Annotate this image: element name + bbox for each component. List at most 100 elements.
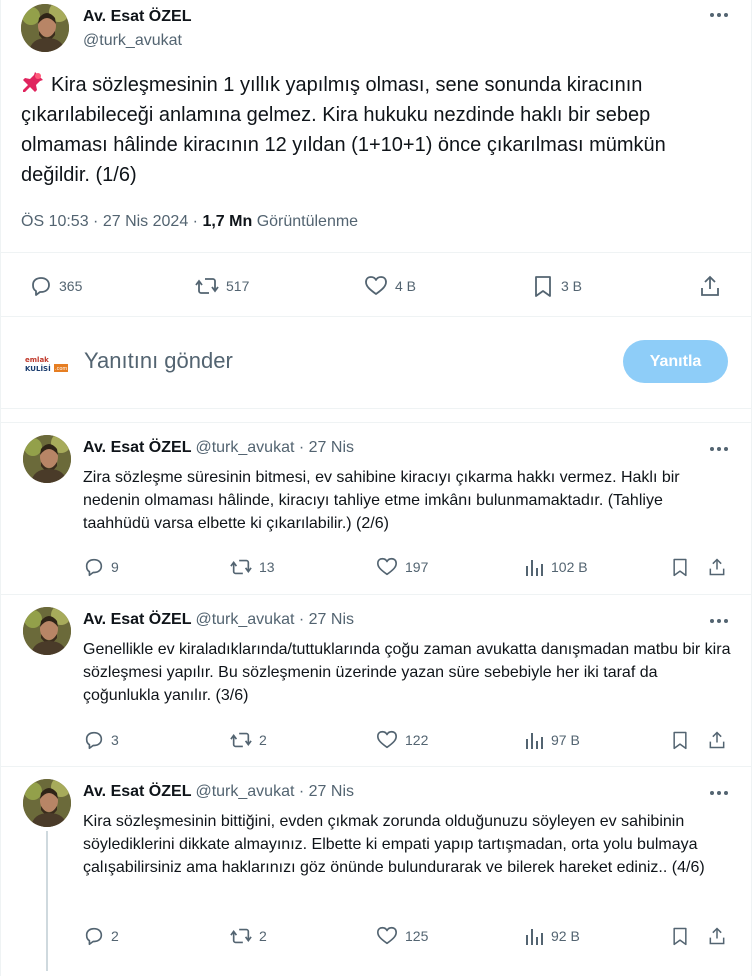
repost-icon: [229, 925, 253, 947]
reply-action[interactable]: 2: [83, 925, 119, 947]
views-action[interactable]: 102 B: [523, 556, 588, 578]
like-action[interactable]: 125: [375, 925, 428, 947]
tweet-text: Kira sözleşmesinin 1 yıllık yapılmış olm…: [21, 70, 733, 190]
repost-action[interactable]: 2: [229, 729, 267, 751]
share-icon: [707, 925, 727, 947]
reply-action[interactable]: 3: [83, 729, 119, 751]
author-avatar[interactable]: [21, 4, 69, 52]
bookmark-action[interactable]: [670, 729, 696, 751]
reply-author-handle[interactable]: @turk_avukat · 27 Nis: [195, 439, 354, 456]
reply-author-handle[interactable]: @turk_avukat · 27 Nis: [195, 611, 354, 628]
reply-icon: [29, 274, 53, 298]
views-bar-icon: [523, 556, 545, 578]
reply-icon: [83, 729, 105, 751]
logo-word-emlak: emlak: [25, 356, 49, 364]
divider: [1, 408, 751, 409]
bookmark-action[interactable]: 3 B: [531, 274, 582, 298]
author-handle[interactable]: @turk_avukat: [83, 32, 182, 50]
views-count: 92 B: [551, 928, 580, 944]
reply-avatar[interactable]: [23, 435, 71, 483]
heart-icon: [375, 925, 399, 947]
views-count: 102 B: [551, 559, 588, 575]
bookmark-icon: [670, 556, 690, 578]
more-horizontal-icon[interactable]: [709, 788, 729, 798]
heart-icon: [375, 556, 399, 578]
bookmark-icon: [531, 274, 555, 298]
repost-action[interactable]: 517: [194, 274, 249, 298]
views-count: 97 B: [551, 732, 580, 748]
bookmark-action[interactable]: [670, 556, 696, 578]
like-action[interactable]: 122: [375, 729, 428, 751]
reply-submit-button[interactable]: Yanıtla: [623, 340, 728, 383]
views-action[interactable]: 97 B: [523, 729, 580, 751]
author-name[interactable]: Av. Esat ÖZEL: [83, 8, 191, 26]
reply-header: Av. Esat ÖZEL @turk_avukat · 27 Nis: [83, 611, 354, 629]
reply-author-name[interactable]: Av. Esat ÖZEL: [83, 783, 191, 800]
bookmark-icon: [670, 729, 690, 751]
share-icon: [707, 556, 727, 578]
reply-text: Genellikle ev kiraladıklarında/tuttuklar…: [83, 641, 731, 704]
more-horizontal-icon[interactable]: [709, 616, 729, 626]
reply-count: 3: [111, 732, 119, 748]
like-count: 125: [405, 928, 429, 944]
bookmark-icon: [670, 925, 690, 947]
reply-text: Zira sözleşme süresinin bitmesi, ev sahi…: [83, 469, 680, 532]
repost-action[interactable]: 2: [229, 925, 267, 947]
repost-icon: [229, 556, 253, 578]
views-label: Görüntülenme: [256, 213, 359, 230]
reply-author-name[interactable]: Av. Esat ÖZEL: [83, 439, 191, 456]
tweet-body: Kira sözleşmesinin 1 yıllık yapılmış olm…: [21, 74, 666, 186]
repost-icon: [229, 729, 253, 751]
reply-avatar[interactable]: [23, 607, 71, 655]
repost-count: 13: [259, 559, 275, 575]
repost-count: 517: [226, 278, 250, 294]
more-horizontal-icon[interactable]: [709, 10, 729, 20]
divider: [1, 316, 751, 317]
reply-avatar[interactable]: [23, 779, 71, 827]
views-count: 1,7 Mn: [202, 213, 253, 230]
reply-count: 9: [111, 559, 119, 575]
reply-input[interactable]: Yanıtını gönder: [84, 348, 233, 374]
heart-icon: [363, 274, 389, 298]
bookmark-action[interactable]: [670, 925, 696, 947]
thread-connector: [46, 831, 48, 971]
like-action[interactable]: 4 B: [363, 274, 416, 298]
pushpin-icon: [21, 70, 45, 94]
divider: [1, 594, 751, 595]
share-action[interactable]: [707, 729, 733, 751]
views-bar-icon: [523, 729, 545, 751]
repost-count: 2: [259, 928, 267, 944]
tweet-thread: Av. Esat ÖZEL @turk_avukat Kira sözleşme…: [0, 0, 752, 976]
tweet-meta: ÖS 10:53 · 27 Nis 2024 · 1,7 Mn Görüntül…: [21, 213, 358, 231]
like-count: 4 B: [395, 278, 417, 294]
reply-action[interactable]: 9: [83, 556, 119, 578]
repost-count: 2: [259, 732, 267, 748]
share-icon: [707, 729, 727, 751]
reply-icon: [83, 556, 105, 578]
share-action[interactable]: [707, 556, 733, 578]
like-count: 197: [405, 559, 429, 575]
tweet-timestamp[interactable]: ÖS 10:53 · 27 Nis 2024 ·: [21, 213, 202, 230]
share-action[interactable]: [707, 925, 733, 947]
reply-author-name[interactable]: Av. Esat ÖZEL: [83, 611, 191, 628]
reply-icon: [83, 925, 105, 947]
reply-action[interactable]: 365: [29, 274, 82, 298]
repost-icon: [194, 274, 220, 298]
reply-header: Av. Esat ÖZEL @turk_avukat · 27 Nis: [83, 783, 354, 801]
like-action[interactable]: 197: [375, 556, 428, 578]
reply-text: Kira sözleşmesinin bittiğini, evden çıkm…: [83, 813, 705, 876]
reply-count: 365: [59, 278, 83, 294]
views-action[interactable]: 92 B: [523, 925, 580, 947]
repost-action[interactable]: 13: [229, 556, 275, 578]
divider: [1, 422, 751, 423]
like-count: 122: [405, 732, 429, 748]
share-action[interactable]: [698, 274, 728, 298]
reply-header: Av. Esat ÖZEL @turk_avukat · 27 Nis: [83, 439, 354, 457]
bookmark-count: 3 B: [561, 278, 583, 294]
reply-count: 2: [111, 928, 119, 944]
more-horizontal-icon[interactable]: [709, 444, 729, 454]
share-icon: [698, 274, 722, 298]
reply-author-handle[interactable]: @turk_avukat · 27 Nis: [195, 783, 354, 800]
composer-avatar-logo: emlak KULİSİ .com: [23, 353, 69, 375]
logo-word-kulisi: KULİSİ: [25, 364, 51, 373]
